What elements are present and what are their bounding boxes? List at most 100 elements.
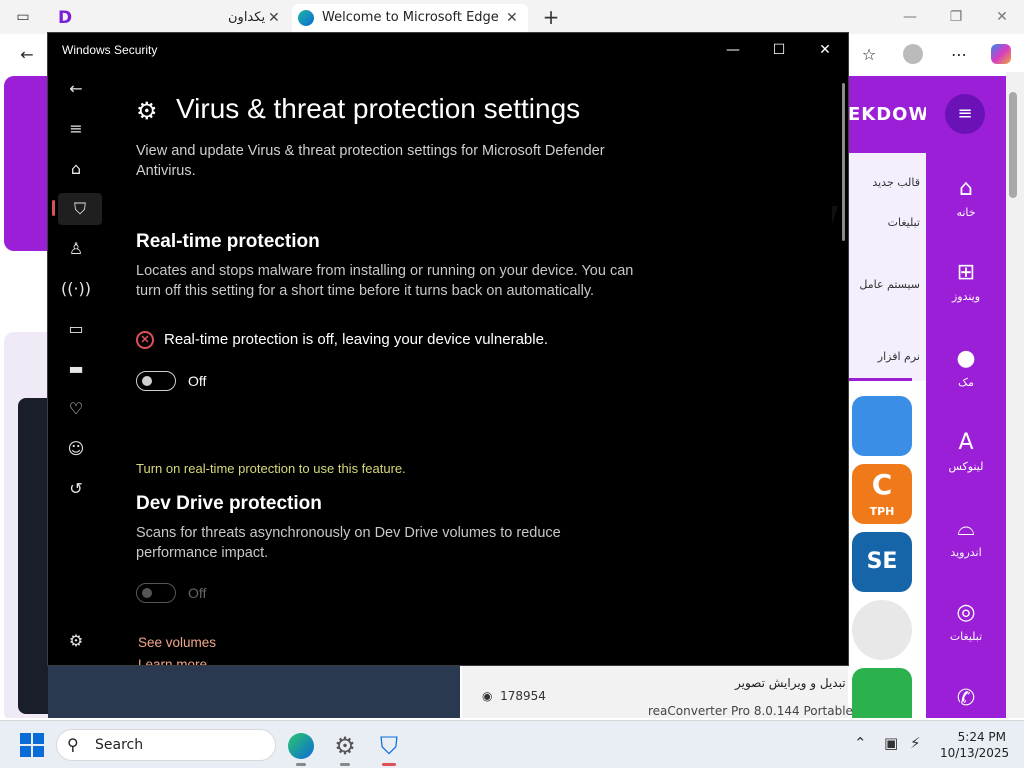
app-tile-se[interactable]: SE [852, 532, 912, 592]
search-icon: ⚲ [67, 735, 79, 754]
close-tab-icon[interactable]: ✕ [268, 4, 280, 32]
new-tab-button[interactable]: + [542, 7, 560, 27]
favorites-icon[interactable]: ☆ [858, 44, 880, 66]
realtime-description: Locates and stops malware from installin… [136, 263, 634, 299]
taskbar-edge[interactable] [284, 729, 318, 766]
app-tile-blank[interactable] [852, 600, 912, 660]
tray-chevron-icon[interactable]: ⌃ [854, 734, 867, 752]
view-count: ◉ 178954 [482, 689, 546, 703]
hamburger-icon[interactable]: ≡ [58, 113, 94, 145]
close-tab-icon[interactable]: ✕ [506, 4, 518, 32]
d-logo-icon: D [58, 8, 73, 28]
laptop-icon[interactable]: ▬ [58, 353, 94, 385]
realtime-toggle[interactable] [136, 371, 176, 391]
realtime-toggle-label: Off [188, 373, 207, 389]
devdrive-heading: Dev Drive protection [136, 493, 322, 514]
devdrive-toggle[interactable] [136, 583, 176, 603]
product-title[interactable]: تبدیل و ویرایش تصویر [735, 676, 846, 690]
realtime-hint: Turn on real-time protection to use this… [136, 461, 406, 476]
category-new-template[interactable]: قالب جديد [848, 176, 926, 189]
eye-icon: ◉ [482, 689, 493, 703]
wifi-icon[interactable]: ((·)) [58, 273, 94, 305]
clock-date: 10/13/2025 [940, 746, 1010, 760]
browser-minimize-button[interactable]: — [896, 6, 924, 28]
shield-icon[interactable]: ⛉ [58, 193, 102, 225]
nav-item-phone[interactable]: ✆ [926, 686, 1006, 716]
home-icon[interactable]: ⌂ [58, 153, 94, 185]
taskbar-clock[interactable]: 5:24 PM 10/13/2025 [940, 729, 1010, 761]
profile-icon[interactable] [902, 44, 924, 66]
browser-tab-bar: ▭ D يكداون ✕ Welcome to Microsoft Edge ✕… [0, 0, 1024, 34]
cursor-icon: ◎ [956, 600, 976, 625]
close-button[interactable]: ✕ [810, 39, 840, 61]
windows-security-icon: ⛉ [380, 732, 398, 760]
tab-edge-welcome[interactable]: Welcome to Microsoft Edge ✕ [292, 4, 528, 32]
app-browser-icon[interactable]: ▭ [58, 313, 94, 345]
thumbnail-strip [48, 666, 460, 718]
nav-item-linux[interactable]: A لینوکس [926, 430, 1006, 473]
page-title: Virus & threat protection settings [176, 93, 581, 124]
nav-item-home[interactable]: ⌂ خانه [926, 176, 1006, 219]
home-icon: ⌂ [959, 176, 973, 201]
theme-toggle-panel [4, 76, 48, 251]
site-menu-button[interactable]: ≡ [945, 94, 985, 134]
nav-item-ads[interactable]: ◎ تبلیغات [926, 600, 1006, 643]
devdrive-toggle-label: Off [188, 585, 207, 601]
nav-active-indicator [52, 200, 55, 216]
product-subtitle[interactable]: reaConverter Pro 8.0.144 Portable [648, 704, 853, 718]
more-icon[interactable]: ⋯ [948, 44, 970, 66]
taskbar-settings[interactable]: ⚙ [328, 729, 362, 766]
history-icon[interactable]: ↺ [58, 473, 94, 505]
settings-content: ⚙ Virus & threat protection settings Vie… [136, 89, 836, 665]
taskbar-windows-security[interactable]: ⛉ [372, 729, 406, 766]
minimize-button[interactable]: — [718, 39, 748, 61]
category-os[interactable]: سیستم عامل [848, 278, 926, 291]
android-icon: ⌓ [957, 516, 975, 541]
page-scrollbar-thumb[interactable] [1009, 92, 1017, 198]
display-icon[interactable]: ▣ [884, 734, 898, 752]
devdrive-description: Scans for threats asynchronously on Dev … [136, 525, 561, 561]
maximize-button[interactable]: ☐ [764, 39, 794, 61]
edge-icon [298, 10, 314, 26]
settings-app-icon: ⚙ [334, 732, 356, 760]
app-tile-tph[interactable]: C TPH [852, 464, 912, 524]
error-icon: ✕ [136, 331, 154, 350]
left-preview-image [18, 398, 48, 714]
back-arrow-icon[interactable]: ← [58, 73, 94, 105]
learn-more-link[interactable]: Learn more [138, 657, 207, 665]
tab-yekdown[interactable]: D يكداون ✕ [50, 4, 290, 32]
category-software[interactable]: نرم افزار [848, 350, 926, 363]
category-underline [848, 378, 912, 381]
tab-actions-icon[interactable]: ▭ [14, 8, 32, 26]
browser-restore-button[interactable]: ❐ [942, 6, 970, 28]
apple-icon: ● [956, 346, 976, 371]
nav-item-windows[interactable]: ⊞ ویندوز [926, 260, 1006, 303]
taskbar-search[interactable]: ⚲ Search [56, 729, 276, 761]
tab-label: يكداون [228, 10, 266, 25]
nav-item-android[interactable]: ⌓ اندروید [926, 516, 1006, 559]
copilot-icon[interactable] [990, 44, 1012, 66]
app-tile-map[interactable] [852, 396, 912, 456]
clock-time: 5:24 PM [957, 730, 1006, 744]
person-icon[interactable]: ♙ [58, 233, 94, 265]
windows-security-window: Windows Security — ☐ ✕ ← ≡ ⌂ ⛉ ♙ ((·)) ▭… [47, 32, 849, 666]
nav-item-mac[interactable]: ● مک [926, 346, 1006, 389]
see-volumes-link[interactable]: See volumes [138, 635, 216, 650]
browser-close-button[interactable]: ✕ [988, 6, 1016, 28]
realtime-heading: Real-time protection [136, 231, 320, 252]
window-titlebar[interactable]: Windows Security — ☐ ✕ [48, 33, 848, 67]
family-icon[interactable]: ☺ [58, 433, 94, 465]
mouse-cursor-icon [832, 206, 844, 224]
gears-icon: ⚙ [136, 98, 158, 125]
windows-icon: ⊞ [956, 260, 976, 285]
window-title: Windows Security [62, 43, 158, 57]
back-icon[interactable]: ← [16, 44, 38, 66]
heart-pulse-icon[interactable]: ♡ [58, 393, 94, 425]
network-icon[interactable]: ⚡ [910, 734, 921, 752]
tab-label: Welcome to Microsoft Edge [322, 10, 499, 25]
category-ads[interactable]: تبليغات [848, 216, 926, 229]
settings-icon[interactable]: ⚙ [58, 625, 94, 657]
search-label: Search [95, 737, 144, 753]
start-button[interactable] [20, 733, 44, 757]
app-tile-reaconverter[interactable] [852, 668, 912, 718]
